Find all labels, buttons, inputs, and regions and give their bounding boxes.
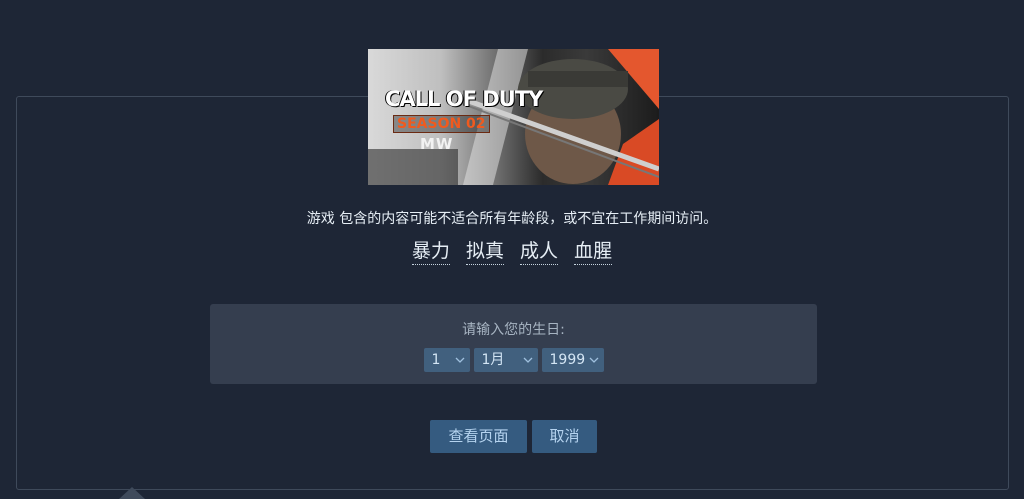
birthdate-prompt: 请输入您的生日:: [462, 322, 565, 338]
banner-title: CALL OF DUTY: [385, 87, 543, 111]
day-select[interactable]: 1: [423, 348, 470, 372]
cancel-button[interactable]: 取消: [532, 420, 597, 453]
banner-season: SEASON 02: [393, 115, 490, 133]
descriptor-realistic[interactable]: 拟真: [465, 236, 504, 265]
month-select[interactable]: 1月: [473, 348, 538, 372]
chevron-down-icon: [523, 357, 532, 363]
banner-mw-logo: MW: [420, 135, 454, 153]
frame-notch: [119, 487, 145, 499]
view-page-button[interactable]: 查看页面: [430, 420, 527, 453]
content-warning-text: 游戏 包含的内容可能不适合所有年龄段，或不宜在工作期间访问。: [306, 211, 718, 227]
descriptor-mature[interactable]: 成人: [520, 236, 559, 265]
descriptor-violence[interactable]: 暴力: [411, 236, 450, 265]
year-select[interactable]: 1999: [541, 348, 604, 372]
day-value: 1: [431, 352, 441, 368]
content-descriptors: 暴力 拟真 成人 血腥: [0, 236, 1024, 265]
month-value: 1月: [481, 352, 505, 368]
birthdate-selects: 1 1月 1999: [210, 348, 817, 372]
game-banner-image: CALL OF DUTY SEASON 02 MW: [368, 49, 659, 185]
descriptor-gore[interactable]: 血腥: [574, 236, 613, 265]
birthdate-panel: 请输入您的生日: 1 1月 1999: [210, 304, 817, 384]
year-value: 1999: [549, 352, 586, 368]
chevron-down-icon: [455, 357, 464, 363]
chevron-down-icon: [589, 357, 598, 363]
